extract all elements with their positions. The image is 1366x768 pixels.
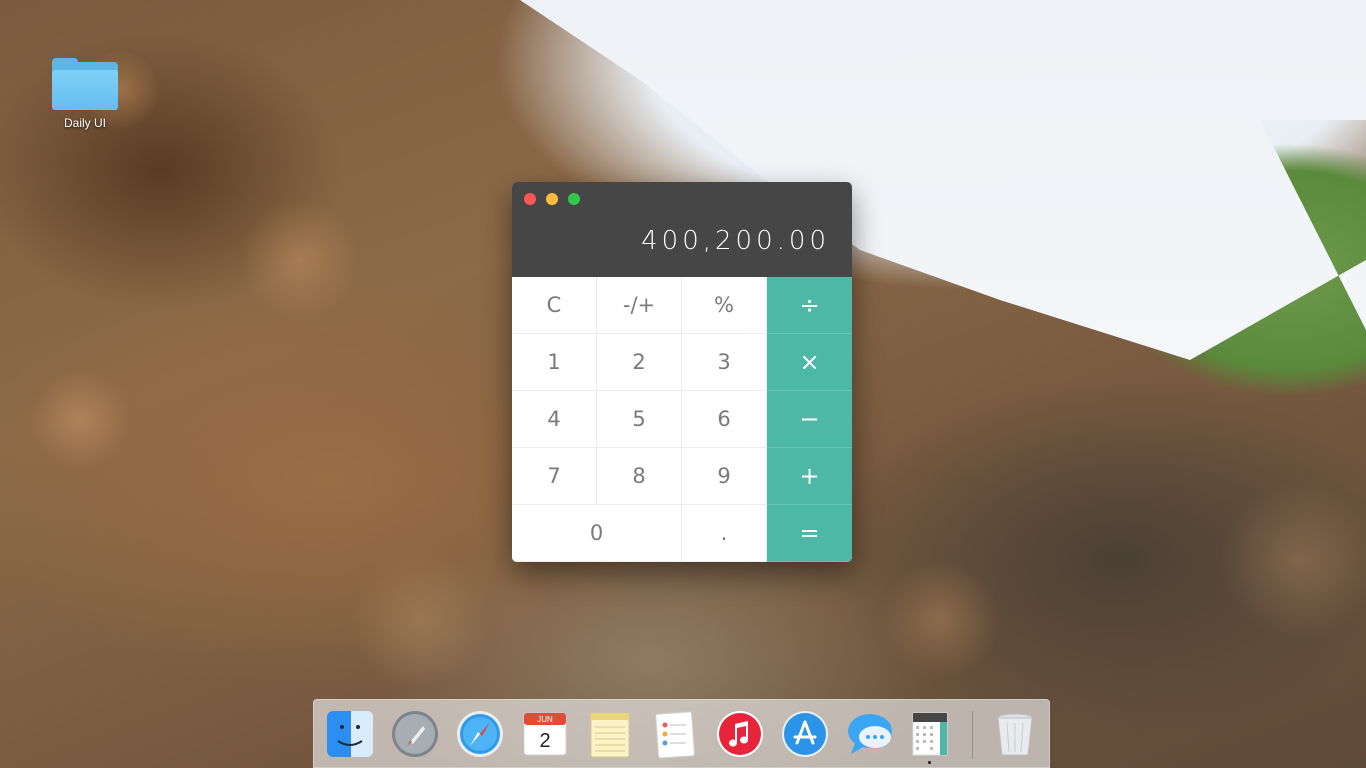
svg-text:JUN: JUN: [537, 715, 553, 724]
digit-4-button[interactable]: 4: [512, 391, 597, 448]
launchpad-icon[interactable]: [390, 709, 440, 759]
digit-0-button[interactable]: 0: [512, 505, 682, 562]
reminders-icon[interactable]: [650, 709, 700, 759]
folder-icon: [52, 58, 118, 110]
zoom-button[interactable]: [568, 193, 580, 205]
digit-2-button[interactable]: 2: [597, 334, 682, 391]
add-button[interactable]: +: [767, 448, 852, 505]
finder-icon[interactable]: [325, 709, 375, 759]
digit-5-button[interactable]: 5: [597, 391, 682, 448]
equals-button[interactable]: =: [767, 505, 852, 562]
keypad: C -/+ % ÷ 1 2 3 × 4 5 6 − 7 8 9 + 0 . =: [512, 277, 852, 562]
decimal-button[interactable]: .: [682, 505, 767, 562]
minimize-button[interactable]: [546, 193, 558, 205]
digit-3-button[interactable]: 3: [682, 334, 767, 391]
calculator-titlebar: 400,200.00: [512, 182, 852, 277]
safari-icon[interactable]: [455, 709, 505, 759]
digit-9-button[interactable]: 9: [682, 448, 767, 505]
dock: JUN 2: [313, 699, 1050, 768]
running-indicator: [928, 761, 931, 764]
digit-7-button[interactable]: 7: [512, 448, 597, 505]
calculator-window: 400,200.00 C -/+ % ÷ 1 2 3 × 4 5 6 − 7 8…: [512, 182, 852, 562]
digit-1-button[interactable]: 1: [512, 334, 597, 391]
desktop-folder[interactable]: Daily UI: [48, 58, 122, 130]
dock-separator: [972, 711, 973, 759]
messages-icon[interactable]: [845, 709, 895, 759]
digit-8-button[interactable]: 8: [597, 448, 682, 505]
close-button[interactable]: [524, 193, 536, 205]
calculator-icon[interactable]: [905, 709, 955, 759]
calculator-display: 400,200.00: [641, 226, 830, 256]
multiply-button[interactable]: ×: [767, 334, 852, 391]
calendar-icon[interactable]: JUN 2: [520, 709, 570, 759]
divide-button[interactable]: ÷: [767, 277, 852, 334]
desktop-folder-label: Daily UI: [63, 116, 106, 130]
clear-button[interactable]: C: [512, 277, 597, 334]
negate-button[interactable]: -/+: [597, 277, 682, 334]
svg-text:2: 2: [539, 730, 550, 752]
app-store-icon[interactable]: [780, 709, 830, 759]
notes-icon[interactable]: [585, 709, 635, 759]
itunes-icon[interactable]: [715, 709, 765, 759]
percent-button[interactable]: %: [682, 277, 767, 334]
trash-icon[interactable]: [990, 709, 1040, 759]
digit-6-button[interactable]: 6: [682, 391, 767, 448]
subtract-button[interactable]: −: [767, 391, 852, 448]
